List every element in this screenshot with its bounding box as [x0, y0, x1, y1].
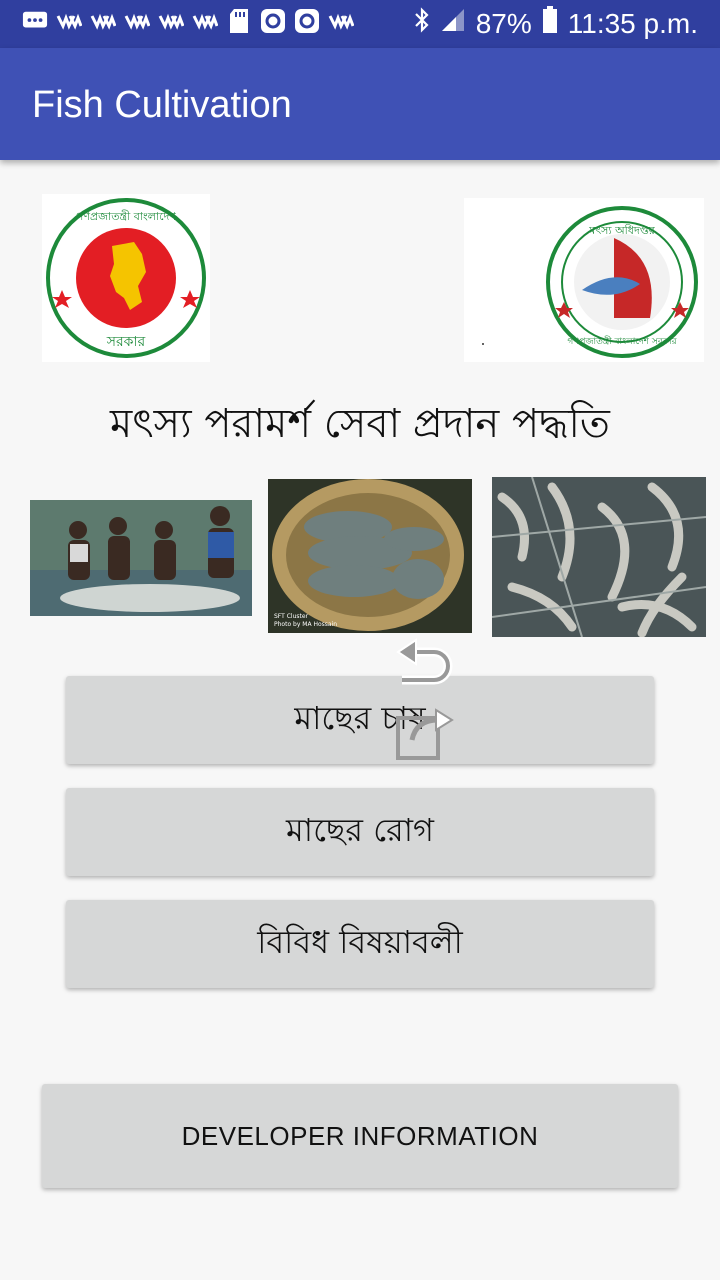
status-bar: 87% 11:35 p.m.	[0, 0, 720, 48]
fish-disease-button[interactable]: মাছের রোগ	[66, 788, 654, 876]
voicemail-icon	[56, 8, 82, 34]
clock: 11:35 p.m.	[567, 7, 698, 39]
misc-topics-button[interactable]: বিবিধ বিষয়াবলী	[66, 900, 654, 988]
sd-card-icon	[226, 8, 252, 34]
voicemail-icon	[328, 8, 354, 34]
voicemail-icon	[158, 8, 184, 34]
message-icon	[22, 8, 48, 34]
photo-credit: Photo by MA Hossain	[274, 621, 338, 628]
tilapia-basket-photo: SFT Cluster Photo by MA Hossain	[268, 479, 472, 633]
voicemail-icon	[124, 8, 150, 34]
shrimp-photo	[492, 477, 706, 637]
undo-icon[interactable]	[392, 636, 456, 690]
battery-icon	[542, 6, 558, 41]
fish-cultivation-button[interactable]: মাছের চাষ	[66, 676, 654, 764]
fisheries-department-logo: মৎস্য অধিদপ্তর গণপ্রজাতন্ত্রী বাংলাদেশ স…	[464, 198, 704, 362]
bangladesh-govt-logo: গণপ্রজাতন্ত্রী বাংলাদেশ সরকার	[42, 194, 210, 362]
battery-percent: 87%	[475, 7, 532, 39]
voicemail-icon	[192, 8, 218, 34]
signal-icon	[440, 7, 466, 40]
app-title: Fish Cultivation	[32, 84, 292, 126]
photo-caption: SFT Cluster	[274, 613, 309, 620]
notification-icons	[22, 8, 354, 34]
voicemail-icon	[90, 8, 116, 34]
share-icon[interactable]	[392, 700, 456, 762]
system-status: 87% 11:35 p.m.	[414, 6, 698, 41]
instagram-icon	[294, 8, 320, 34]
fishermen-photo	[30, 500, 252, 616]
bluetooth-icon	[414, 7, 430, 40]
app-bar: Fish Cultivation	[0, 48, 720, 160]
page-heading: মৎস্য পরামর্শ সেবা প্রদান পদ্ধতি	[110, 401, 610, 447]
instagram-icon	[260, 8, 286, 34]
developer-information-button[interactable]: DEVELOPER INFORMATION	[42, 1084, 678, 1188]
